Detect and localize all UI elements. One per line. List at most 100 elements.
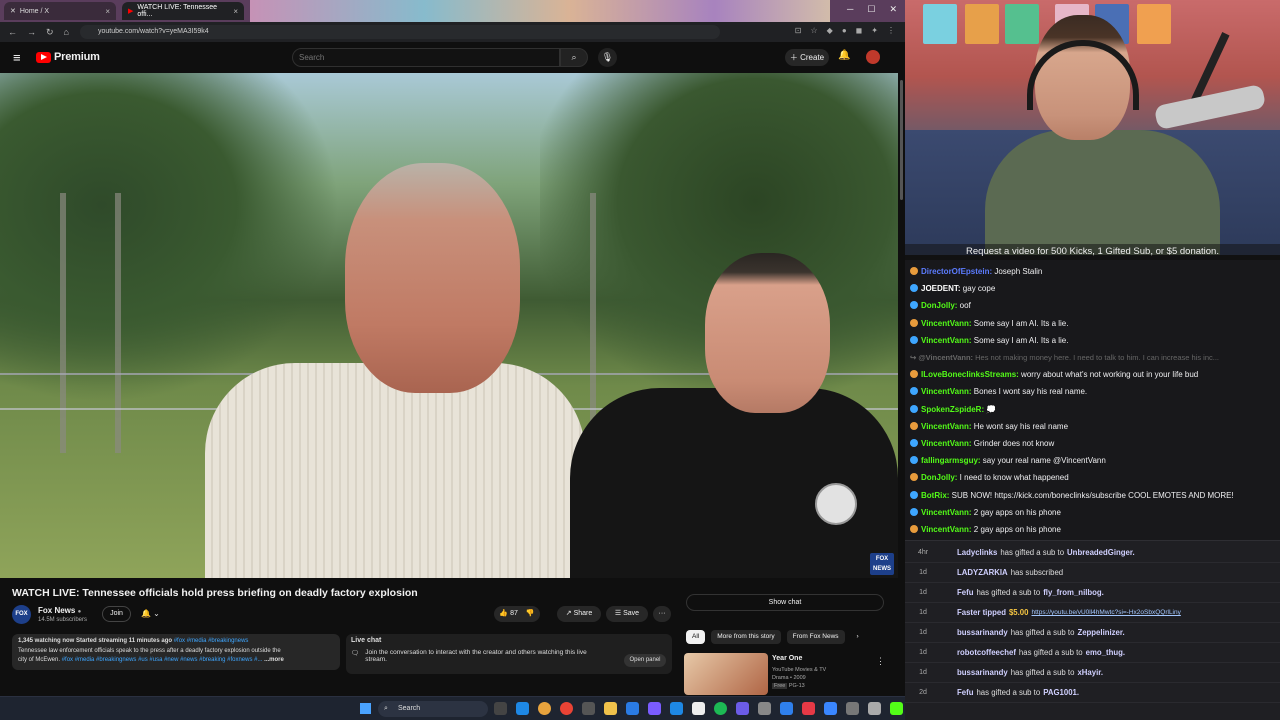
search-button[interactable]: ⌕ [560, 48, 588, 67]
chat-username[interactable]: SpokenZspideR: [921, 405, 986, 414]
recommendation-thumbnail[interactable] [684, 653, 768, 695]
event-user[interactable]: Ladyclinks [957, 548, 997, 557]
voice-search-button[interactable]: 🎙 [598, 48, 617, 67]
chat-username[interactable]: VincentVann: [921, 439, 974, 448]
telegram-icon[interactable] [626, 702, 639, 715]
close-icon[interactable]: ✕ [889, 4, 897, 15]
show-chat-button[interactable]: Show chat [686, 594, 884, 611]
app-icon[interactable] [648, 702, 661, 715]
app-icon[interactable] [846, 702, 859, 715]
event-user[interactable]: Fefu [957, 588, 973, 597]
event-user[interactable]: robotcoffeechef [957, 648, 1016, 657]
event-target[interactable]: fly_from_nilbog. [1043, 588, 1104, 597]
folder-icon[interactable] [604, 702, 617, 715]
chat-username[interactable]: fallingarmsguy: [921, 456, 983, 465]
reload-icon[interactable]: ↻ [46, 27, 54, 38]
search-input[interactable] [292, 48, 560, 67]
chat-username[interactable]: ↪ @VincentVann: [910, 353, 975, 362]
taskbar-search[interactable]: ⌕ Search [378, 701, 488, 717]
chat-username[interactable]: DonJolly: [921, 301, 960, 310]
tab-youtube-video[interactable]: ▶ WATCH LIVE: Tennessee offi... × [122, 2, 244, 20]
event-target[interactable]: PAG1001. [1043, 688, 1079, 697]
chat-username[interactable]: DirectorOfEpstein: [921, 267, 994, 276]
join-button[interactable]: Join [102, 606, 131, 622]
notifications-bell-icon[interactable]: 🔔 [838, 50, 850, 61]
chat-username[interactable]: VincentVann: [921, 319, 974, 328]
more-link[interactable]: ...more [264, 657, 284, 663]
subscribe-bell-icon[interactable]: 🔔 ⌄ [141, 609, 160, 618]
app-icon[interactable] [780, 702, 793, 715]
scrollbar-thumb[interactable] [900, 80, 903, 200]
event-target[interactable]: Zeppelinizer. [1077, 628, 1124, 637]
chip-from-fox-news[interactable]: From Fox News [786, 630, 845, 644]
save-button[interactable]: ☰ Save [606, 606, 648, 622]
chevron-right-icon[interactable]: › [851, 630, 865, 644]
chat-username[interactable]: VincentVann: [921, 387, 974, 396]
account-avatar[interactable] [866, 50, 880, 64]
extension-icon[interactable]: ◼ [856, 26, 863, 35]
terminal-icon[interactable] [582, 702, 595, 715]
chat-username[interactable]: VincentVann: [921, 525, 974, 534]
event-target[interactable]: UnbreadedGinger. [1067, 548, 1135, 557]
hashtags[interactable]: #fox #media #breakingnews #us #usa #new … [62, 657, 263, 663]
chat-username[interactable]: DonJolly: [921, 473, 960, 482]
description-box[interactable]: 1,345 watching now Started streaming 11 … [12, 634, 340, 670]
windows-start-icon[interactable] [360, 703, 371, 714]
maximize-icon[interactable]: ☐ [867, 4, 875, 15]
close-icon[interactable]: × [105, 7, 110, 16]
chat-username[interactable]: VincentVann: [921, 336, 974, 345]
event-target[interactable]: https://youtu.be/vU0ll4hMwtc?si=-Hx2oSbx… [1031, 609, 1180, 616]
channel-name[interactable]: Fox News ● [38, 606, 81, 615]
app-icon[interactable] [736, 702, 749, 715]
tab-x-home[interactable]: ✕ Home / X × [4, 2, 116, 20]
youtube-logo[interactable]: Premium [36, 51, 100, 63]
chip-more-from-story[interactable]: More from this story [711, 630, 781, 644]
recommendation-title[interactable]: Year One [772, 655, 802, 662]
app-icon[interactable] [802, 702, 815, 715]
task-view-icon[interactable] [494, 702, 507, 715]
edge-icon[interactable] [516, 702, 529, 715]
app-icon[interactable] [758, 702, 771, 715]
back-icon[interactable]: ← [8, 27, 17, 38]
chrome-icon[interactable] [538, 702, 551, 715]
more-options-icon[interactable]: ⋮ [876, 656, 885, 667]
url-field[interactable]: youtube.com/watch?v=yeMA3I59k4 [80, 25, 720, 39]
chat-username[interactable]: VincentVann: [921, 508, 974, 517]
chat-username[interactable]: VincentVann: [921, 422, 974, 431]
minimize-icon[interactable]: ─ [847, 4, 853, 15]
chip-all[interactable]: All [686, 630, 706, 644]
event-target[interactable]: xHayir. [1077, 668, 1103, 677]
event-target[interactable]: emo_thug. [1086, 648, 1125, 657]
spotify-icon[interactable] [714, 702, 727, 715]
hashtags[interactable]: #fox #media #breakingnews [174, 638, 249, 644]
chat-username[interactable]: ILoveBonecIinksStreams: [921, 370, 1021, 379]
create-button[interactable]: ＋ Create [785, 49, 829, 66]
chat-username[interactable]: BotRix: [921, 491, 952, 500]
event-user[interactable]: bussarinandy [957, 628, 1008, 637]
close-icon[interactable]: × [233, 7, 238, 16]
star-icon[interactable]: ☆ [810, 26, 817, 35]
chrome-profile-icon[interactable] [560, 702, 573, 715]
app-icon[interactable] [824, 702, 837, 715]
puzzle-icon[interactable]: ✦ [871, 26, 878, 35]
chat-username[interactable]: JOEDENT: [921, 284, 963, 293]
event-user[interactable]: LADYZARKIA [957, 568, 1008, 577]
more-actions-button[interactable]: ··· [653, 606, 671, 622]
share-button[interactable]: ↗ Share [557, 606, 601, 622]
video-player[interactable]: FOX NEWS [0, 73, 898, 578]
event-user[interactable]: Fefu [957, 688, 973, 697]
menu-icon[interactable]: ⋮ [887, 26, 895, 35]
hamburger-menu-icon[interactable]: ≡ [13, 50, 21, 65]
app-icon[interactable] [868, 702, 881, 715]
extension-icon[interactable]: ● [842, 26, 847, 35]
home-icon[interactable]: ⌂ [64, 27, 69, 38]
event-user[interactable]: bussarinandy [957, 668, 1008, 677]
kick-icon[interactable] [890, 702, 903, 715]
event-user[interactable]: Faster tipped [957, 608, 1006, 617]
app-icon[interactable] [670, 702, 683, 715]
channel-avatar[interactable]: FOX [12, 605, 31, 624]
open-panel-button[interactable]: Open panel [624, 654, 666, 667]
like-dislike-button[interactable]: 👍 87 👎 [494, 606, 540, 622]
forward-icon[interactable]: → [27, 27, 36, 38]
extension-icon[interactable]: ◆ [827, 26, 833, 35]
